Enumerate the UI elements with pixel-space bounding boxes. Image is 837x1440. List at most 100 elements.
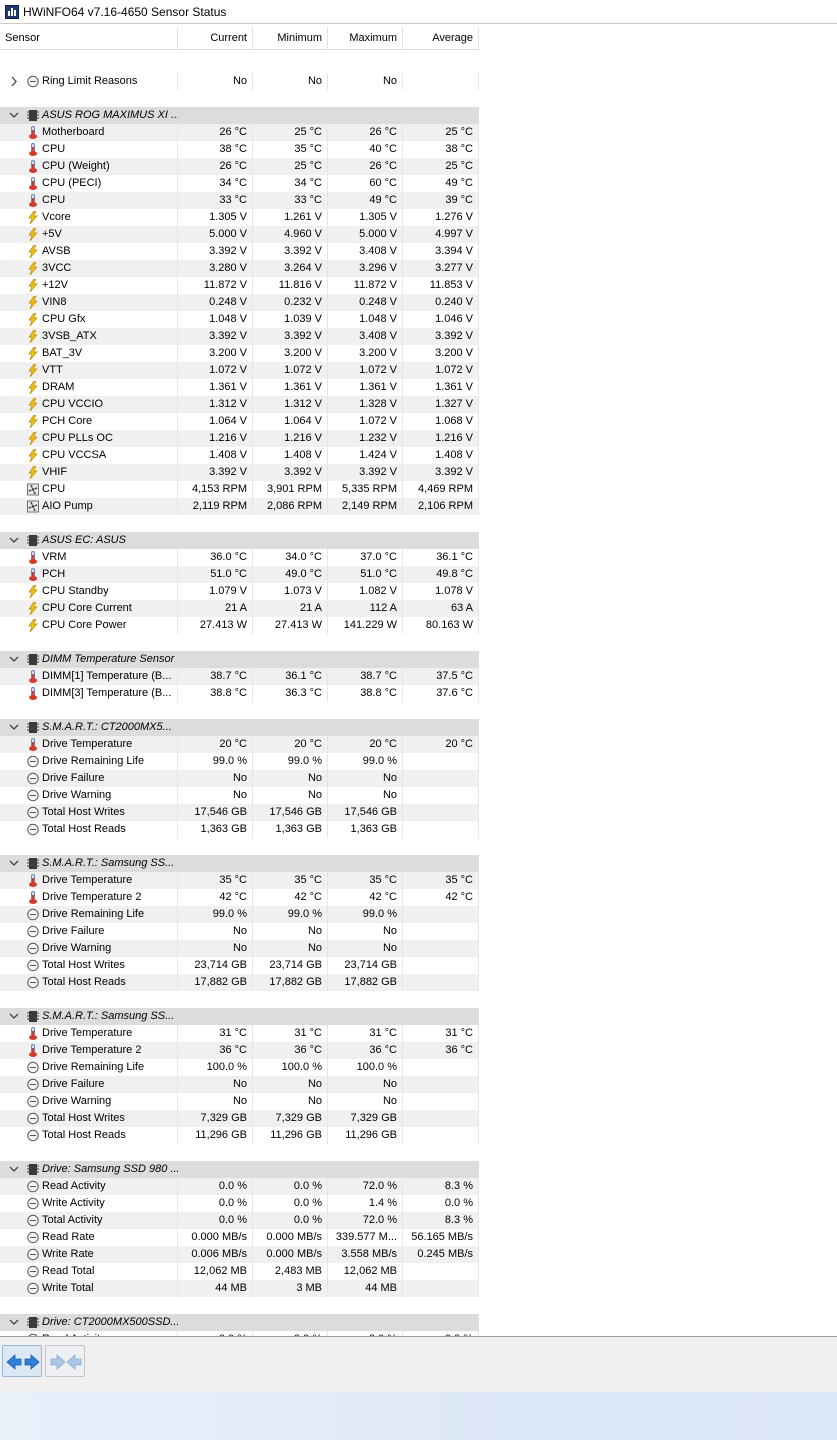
sensor-row[interactable]: DIMM[3] Temperature (B... 38.8 °C 36.3 °C 3… xyxy=(0,685,479,702)
expand-chevron-icon[interactable] xyxy=(8,73,20,90)
sensor-group-row[interactable]: ASUS EC: ASUS xyxy=(0,532,479,549)
sensor-row[interactable]: Write Activity 0.0 % 0.0 % 1.4 % 0.0 % xyxy=(0,1195,479,1212)
sensor-row[interactable]: CPU 4,153 RPM 3,901 RPM 5,335 RPM 4,469 RPM xyxy=(0,481,479,498)
collapse-chevron-icon[interactable] xyxy=(8,855,20,872)
sensor-row[interactable]: BAT_3V 3.200 V 3.200 V 3.200 V 3.200 V xyxy=(0,345,479,362)
sensor-row[interactable]: 3VSB_ATX 3.392 V 3.392 V 3.408 V 3.392 V xyxy=(0,328,479,345)
sensor-row[interactable]: Total Host Writes 23,714 GB 23,714 GB 23,71… xyxy=(0,957,479,974)
sensor-row[interactable]: Drive Remaining Life 99.0 % 99.0 % 99.0 % xyxy=(0,753,479,770)
sensor-row[interactable]: VIN8 0.248 V 0.232 V 0.248 V 0.240 V xyxy=(0,294,479,311)
collapse-chevron-icon[interactable] xyxy=(8,1008,20,1025)
sensor-row[interactable]: Read Total 12,062 MB 2,483 MB 12,062 MB xyxy=(0,1263,479,1280)
collapse-all-button[interactable] xyxy=(45,1345,85,1377)
sensor-row[interactable]: Read Rate 0.000 MB/s 0.000 MB/s 339.577 M..… xyxy=(0,1229,479,1246)
sensor-row[interactable]: Drive Remaining Life 100.0 % 100.0 % 100.0 … xyxy=(0,1059,479,1076)
hwinfo-app-icon[interactable] xyxy=(5,4,19,19)
sensor-row[interactable]: PCH 51.0 °C 49.0 °C 51.0 °C 49.8 °C xyxy=(0,566,479,583)
sensor-row[interactable]: PCH Core 1.064 V 1.064 V 1.072 V 1.068 V xyxy=(0,413,479,430)
collapse-chevron-icon[interactable] xyxy=(8,719,20,736)
sensor-grid[interactable]: Sensor Current Minimum Maximum Average R… xyxy=(0,23,837,1336)
sensor-row[interactable]: CPU (PECI) 34 °C 34 °C 60 °C 49 °C xyxy=(0,175,479,192)
sensor-row[interactable]: Drive Failure No No No xyxy=(0,923,479,940)
sensor-group-row[interactable]: ASUS ROG MAXIMUS XI ... xyxy=(0,107,479,124)
sensor-row[interactable]: Drive Remaining Life 99.0 % 99.0 % 99.0 % xyxy=(0,906,479,923)
maximum-value: 1.072 V xyxy=(328,362,403,379)
collapse-chevron-icon[interactable] xyxy=(8,107,20,124)
column-header-current[interactable]: Current xyxy=(178,27,253,49)
sensor-group-row[interactable]: S.M.A.R.T.: Samsung SS... xyxy=(0,1008,479,1025)
sensor-row[interactable]: VTT 1.072 V 1.072 V 1.072 V 1.072 V xyxy=(0,362,479,379)
sensor-row[interactable]: DRAM 1.361 V 1.361 V 1.361 V 1.361 V xyxy=(0,379,479,396)
sensor-row[interactable]: DIMM[1] Temperature (B... 38.7 °C 36.1 °C 3… xyxy=(0,668,479,685)
sensor-row[interactable]: Drive Temperature 20 °C 20 °C 20 °C 20 °C xyxy=(0,736,479,753)
sensor-row[interactable]: CPU Gfx 1.048 V 1.039 V 1.048 V 1.046 V xyxy=(0,311,479,328)
sensor-group-label: DIMM Temperature Sensor xyxy=(42,653,175,665)
sensor-row[interactable]: +12V 11.872 V 11.816 V 11.872 V 11.853 V xyxy=(0,277,479,294)
sensor-row[interactable]: Motherboard 26 °C 25 °C 26 °C 25 °C xyxy=(0,124,479,141)
sensor-row[interactable]: CPU Core Power 27.413 W 27.413 W 141.229 W8… xyxy=(0,617,479,634)
sensor-row[interactable]: Drive Failure No No No xyxy=(0,1076,479,1093)
sensor-row[interactable]: Total Host Reads 11,296 GB 11,296 GB 11,296… xyxy=(0,1127,479,1144)
sensor-row[interactable]: VHIF 3.392 V 3.392 V 3.392 V 3.392 V xyxy=(0,464,479,481)
sensor-row[interactable]: Drive Temperature 35 °C 35 °C 35 °C 35 °C xyxy=(0,872,479,889)
sensor-group-row[interactable]: Drive: Samsung SSD 980 ... xyxy=(0,1161,479,1178)
current-value: 3.392 V xyxy=(178,464,253,481)
sensor-row[interactable]: Drive Warning No No No xyxy=(0,1093,479,1110)
sensor-row[interactable]: Total Activity 0.0 % 0.0 % 72.0 % 8.3 % xyxy=(0,1212,479,1229)
minimum-value: 0.000 MB/s xyxy=(253,1229,328,1246)
column-header-average[interactable]: Average xyxy=(403,27,479,49)
sensor-row[interactable]: CPU VCCSA 1.408 V 1.408 V 1.424 V 1.408 V xyxy=(0,447,479,464)
sensor-label: Drive Remaining Life xyxy=(42,908,145,920)
sensor-label: Write Total xyxy=(42,1282,94,1294)
sensor-row[interactable]: AVSB 3.392 V 3.392 V 3.408 V 3.394 V xyxy=(0,243,479,260)
collapse-chevron-icon[interactable] xyxy=(8,1161,20,1178)
maximum-value: 72.0 % xyxy=(328,1212,403,1229)
sensor-row[interactable]: CPU Core Current 21 A 21 A 112 A 63 A xyxy=(0,600,479,617)
sensor-row[interactable]: CPU Standby 1.079 V 1.073 V 1.082 V 1.078 V xyxy=(0,583,479,600)
sensor-row[interactable]: Vcore 1.305 V 1.261 V 1.305 V 1.276 V xyxy=(0,209,479,226)
sensor-chip-icon xyxy=(27,534,39,547)
expand-all-button[interactable] xyxy=(2,1345,42,1377)
sensor-label: CPU Standby xyxy=(42,585,109,597)
sensor-row[interactable]: Drive Temperature 2 42 °C 42 °C 42 °C 42 °C xyxy=(0,889,479,906)
sensor-row[interactable]: Total Host Writes 7,329 GB 7,329 GB 7,329 G… xyxy=(0,1110,479,1127)
sensor-label: 3VCC xyxy=(42,262,72,274)
column-header-maximum[interactable]: Maximum xyxy=(328,27,403,49)
gauge-icon xyxy=(27,1078,39,1091)
sensor-row[interactable]: Drive Warning No No No xyxy=(0,787,479,804)
sensor-row[interactable]: Write Rate 0.006 MB/s 0.000 MB/s 3.558 MB/s… xyxy=(0,1246,479,1263)
sensor-row[interactable]: CPU VCCIO 1.312 V 1.312 V 1.328 V 1.327 V xyxy=(0,396,479,413)
sensor-group-row[interactable]: Drive: CT2000MX500SSD... xyxy=(0,1314,479,1331)
sensor-row[interactable]: Total Host Reads 1,363 GB 1,363 GB 1,363 GB xyxy=(0,821,479,838)
sensor-group-row[interactable]: S.M.A.R.T.: Samsung SS... xyxy=(0,855,479,872)
sensor-row[interactable]: Read Activity 0.0 % 0.0 % 72.0 % 8.3 % xyxy=(0,1178,479,1195)
sensor-row[interactable]: 3VCC 3.280 V 3.264 V 3.296 V 3.277 V xyxy=(0,260,479,277)
sensor-group-row[interactable]: S.M.A.R.T.: CT2000MX5... xyxy=(0,719,479,736)
column-header-sensor[interactable]: Sensor xyxy=(0,27,178,49)
collapse-chevron-icon[interactable] xyxy=(8,651,20,668)
sensor-row[interactable]: Drive Warning No No No xyxy=(0,940,479,957)
gauge-icon xyxy=(27,959,39,972)
sensor-row[interactable]: AIO Pump 2,119 RPM 2,086 RPM 2,149 RPM 2,106… xyxy=(0,498,479,515)
sensor-row[interactable]: Drive Temperature 31 °C 31 °C 31 °C 31 °C xyxy=(0,1025,479,1042)
sensor-label: AVSB xyxy=(42,245,71,257)
maximum-value: 72.0 % xyxy=(328,1178,403,1195)
column-header-minimum[interactable]: Minimum xyxy=(253,27,328,49)
sensor-row[interactable]: Drive Temperature 2 36 °C 36 °C 36 °C 36 °C xyxy=(0,1042,479,1059)
gauge-icon xyxy=(27,1112,39,1125)
sensor-row[interactable]: CPU 33 °C 33 °C 49 °C 39 °C xyxy=(0,192,479,209)
sensor-row[interactable]: CPU (Weight) 26 °C 25 °C 26 °C 25 °C xyxy=(0,158,479,175)
collapse-chevron-icon[interactable] xyxy=(8,1314,20,1331)
sensor-row[interactable]: Total Host Reads 17,882 GB 17,882 GB 17,882… xyxy=(0,974,479,991)
sensor-group-row[interactable]: DIMM Temperature Sensor xyxy=(0,651,479,668)
sensor-row[interactable]: Write Total 44 MB 3 MB 44 MB xyxy=(0,1280,479,1297)
maximum-value: 5.000 V xyxy=(328,226,403,243)
sensor-row[interactable]: Total Host Writes 17,546 GB 17,546 GB 17,54… xyxy=(0,804,479,821)
sensor-row[interactable]: VRM 36.0 °C 34.0 °C 37.0 °C 36.1 °C xyxy=(0,549,479,566)
sensor-row[interactable]: +5V 5.000 V 4.960 V 5.000 V 4.997 V xyxy=(0,226,479,243)
sensor-row[interactable]: Drive Failure No No No xyxy=(0,770,479,787)
sensor-row[interactable]: CPU PLLs OC 1.216 V 1.216 V 1.232 V 1.216 V xyxy=(0,430,479,447)
sensor-row[interactable]: Ring Limit Reasons No No No xyxy=(0,73,479,90)
collapse-chevron-icon[interactable] xyxy=(8,532,20,549)
sensor-row[interactable]: CPU 38 °C 35 °C 40 °C 38 °C xyxy=(0,141,479,158)
